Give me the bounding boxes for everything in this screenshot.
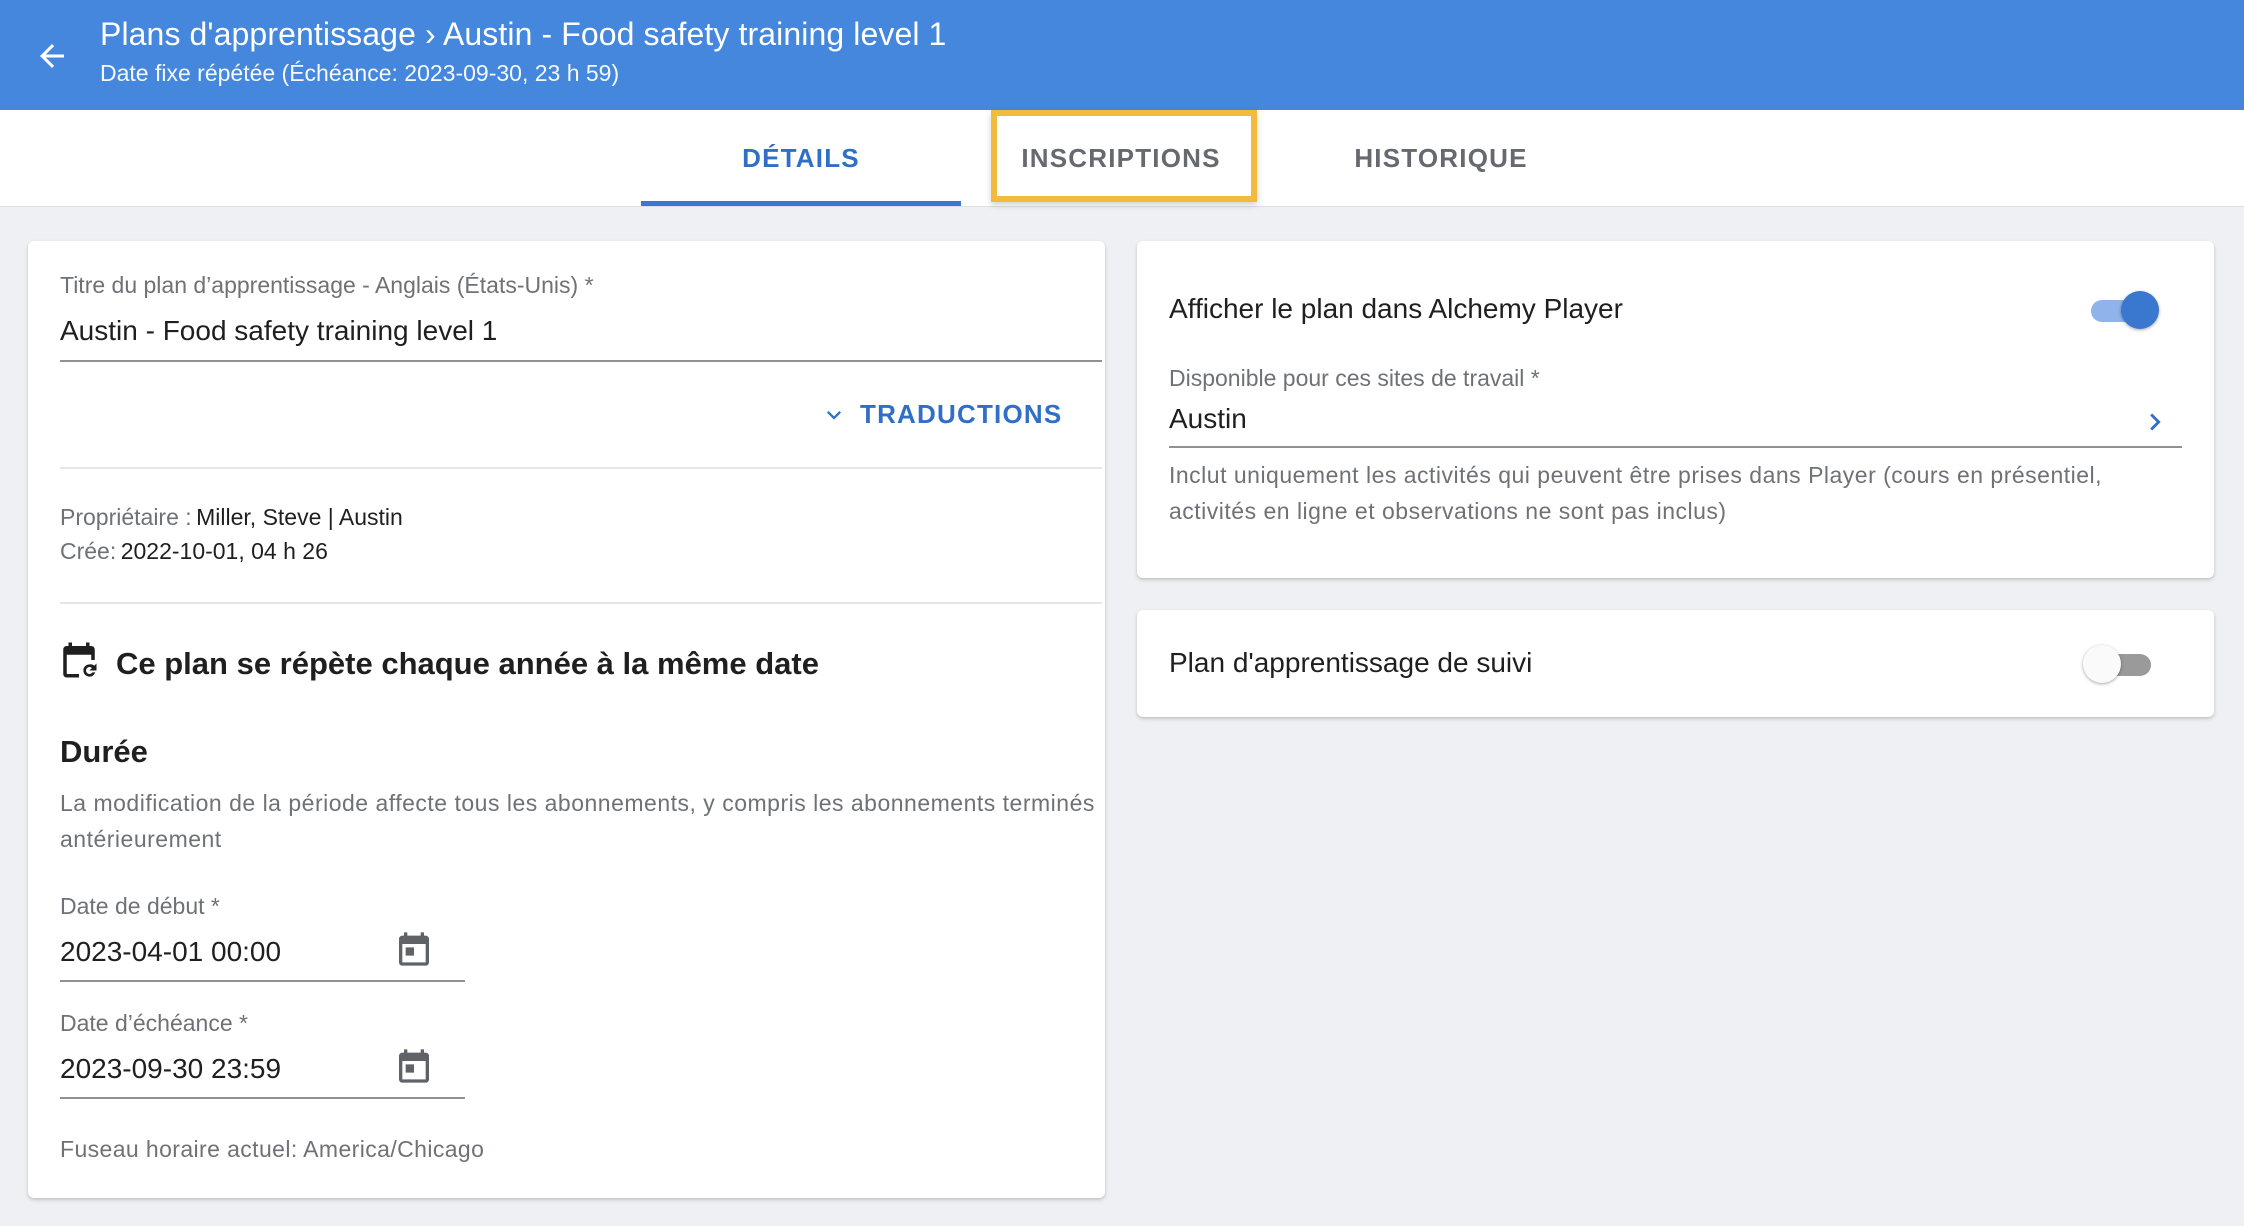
followup-plan-toggle[interactable] xyxy=(2083,643,2155,683)
page-subtitle: Date fixe répétée (Échéance: 2023-09-30,… xyxy=(100,60,620,86)
tab-bar: DÉTAILS INSCRIPTIONS HISTORIQUE xyxy=(0,110,2244,207)
owner-label: Propriétaire : xyxy=(60,504,192,530)
tab-inscriptions[interactable]: INSCRIPTIONS xyxy=(961,110,1281,207)
followup-card: Plan d'apprentissage de suivi xyxy=(1137,610,2214,717)
calendar-icon[interactable] xyxy=(392,927,436,971)
player-note: Inclut uniquement les activités qui peuv… xyxy=(1169,462,2103,524)
translations-button[interactable]: TRADUCTIONS xyxy=(820,399,1062,430)
app-header: Plans d'apprentissage › Austin - Food sa… xyxy=(0,0,2244,110)
chevron-down-icon xyxy=(820,401,848,429)
start-date-field[interactable]: 2023-04-01 00:00 xyxy=(60,934,390,970)
created-value: 2022-10-01, 04 h 26 xyxy=(120,538,328,564)
player-card: Afficher le plan dans Alchemy Player Dis… xyxy=(1137,241,2214,578)
chevron-right-icon[interactable] xyxy=(2137,404,2173,440)
active-tab-indicator xyxy=(641,201,961,206)
duration-description: La modification de la période affecte to… xyxy=(60,790,1095,852)
followup-plan-label: Plan d'apprentissage de suivi xyxy=(1169,647,1533,678)
owner-value: Miller, Steve | Austin xyxy=(196,504,403,530)
title-field-label: Titre du plan d’apprentissage - Anglais … xyxy=(60,272,594,298)
start-date-label: Date de début * xyxy=(60,893,220,919)
divider xyxy=(60,602,1102,604)
owner-row: Propriétaire : Miller, Steve | Austin xyxy=(60,502,403,532)
work-sites-label: Disponible pour ces sites de travail * xyxy=(1169,365,1540,391)
due-date-label: Date d’échéance * xyxy=(60,1010,248,1036)
divider xyxy=(60,467,1102,469)
created-row: Crée: 2022-10-01, 04 h 26 xyxy=(60,536,328,566)
timezone-text: Fuseau horaire actuel: America/Chicago xyxy=(60,1136,485,1162)
title-field[interactable]: Austin - Food safety training level 1 xyxy=(60,313,1100,349)
title-field-underline xyxy=(60,360,1102,362)
details-card: Titre du plan d’apprentissage - Anglais … xyxy=(28,241,1105,1198)
page-title: Plans d'apprentissage › Austin - Food sa… xyxy=(100,16,947,52)
calendar-repeat-icon xyxy=(58,639,100,686)
start-date-underline xyxy=(60,980,465,982)
back-arrow-icon[interactable] xyxy=(28,32,76,80)
due-date-underline xyxy=(60,1097,465,1099)
calendar-icon[interactable] xyxy=(392,1044,436,1088)
translations-label: TRADUCTIONS xyxy=(860,399,1063,429)
show-in-player-label: Afficher le plan dans Alchemy Player xyxy=(1169,293,1623,324)
duration-heading: Durée xyxy=(60,734,148,769)
repeat-heading: Ce plan se répète chaque année à la même… xyxy=(116,646,819,681)
due-date-field[interactable]: 2023-09-30 23:59 xyxy=(60,1051,390,1087)
created-label: Crée: xyxy=(60,538,117,564)
toggle-thumb xyxy=(2121,291,2159,329)
show-in-player-toggle[interactable] xyxy=(2087,289,2159,329)
tab-details[interactable]: DÉTAILS xyxy=(641,110,961,207)
work-sites-field[interactable]: Austin xyxy=(1169,401,2109,437)
work-sites-underline xyxy=(1169,446,2182,448)
tab-historique[interactable]: HISTORIQUE xyxy=(1281,110,1601,207)
toggle-thumb xyxy=(2083,645,2121,683)
